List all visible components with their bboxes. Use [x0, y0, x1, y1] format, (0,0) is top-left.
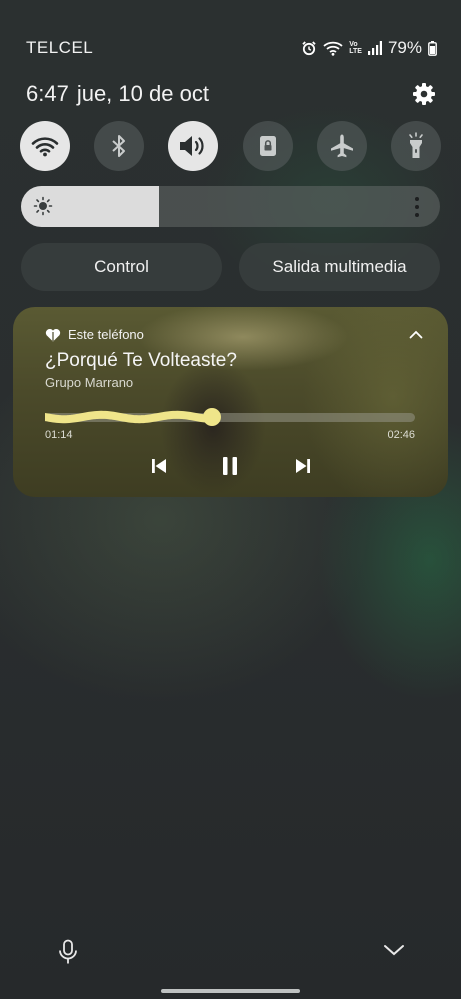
- clock[interactable]: 6:47: [26, 81, 69, 107]
- track-artist: Grupo Marrano: [45, 375, 134, 390]
- home-indicator[interactable]: [161, 989, 300, 993]
- skip-next-icon: [296, 459, 310, 473]
- chevron-down-icon: [384, 945, 404, 956]
- media-source-label: Este teléfono: [68, 327, 144, 342]
- lock-icon: [259, 136, 276, 156]
- expand-button[interactable]: [383, 943, 405, 959]
- next-button[interactable]: [294, 455, 312, 477]
- phone-heart-icon: [45, 328, 61, 341]
- track-title: ¿Porqué Te Volteaste?: [45, 350, 237, 371]
- airplane-icon: [330, 134, 353, 158]
- control-button[interactable]: Control: [21, 243, 222, 291]
- rotation-lock-tile[interactable]: [242, 121, 293, 171]
- brightness-slider[interactable]: [21, 186, 440, 227]
- time-elapsed: 01:14: [45, 429, 73, 441]
- seek-progress: [45, 409, 212, 425]
- header-row: 6:47 jue, 10 de oct: [26, 80, 437, 108]
- voice-input-button[interactable]: [57, 939, 79, 965]
- bluetooth-icon: [112, 135, 126, 157]
- seek-bar[interactable]: [45, 408, 415, 426]
- chevron-up-icon: [409, 330, 423, 338]
- battery-percent: 79%: [387, 38, 422, 57]
- status-bar: TELCEL Vo LTE 79%: [26, 36, 437, 60]
- flashlight-tile[interactable]: [390, 121, 441, 171]
- wifi-icon: [31, 137, 59, 157]
- action-row: Control Salida multimedia: [21, 243, 440, 291]
- speaker-icon: [180, 136, 204, 156]
- skip-previous-icon: [152, 459, 166, 473]
- media-output-button[interactable]: Salida multimedia: [239, 243, 440, 291]
- collapse-button[interactable]: [408, 327, 424, 341]
- bluetooth-tile[interactable]: [94, 121, 145, 171]
- wifi-icon: [323, 40, 343, 56]
- settings-button[interactable]: [411, 81, 437, 107]
- battery-icon: [428, 40, 437, 56]
- status-icons: Vo LTE 79%: [301, 38, 437, 58]
- microphone-icon: [59, 939, 77, 964]
- previous-button[interactable]: [150, 455, 168, 477]
- media-player-card[interactable]: Este teléfono ¿Porqué Te Volteaste? Grup…: [13, 307, 448, 497]
- gear-icon: [413, 83, 435, 105]
- carrier-name: TELCEL: [26, 38, 94, 57]
- playback-controls: [13, 455, 448, 477]
- alarm-icon: [301, 40, 317, 56]
- sun-icon: [33, 196, 53, 216]
- flashlight-icon: [409, 132, 423, 158]
- pause-icon: [223, 457, 237, 475]
- quick-settings: [20, 121, 441, 171]
- airplane-tile[interactable]: [316, 121, 367, 171]
- bottom-bar: [0, 939, 461, 999]
- signal-icon: [367, 41, 382, 55]
- volte-icon: Vo LTE: [349, 41, 362, 55]
- pause-button[interactable]: [220, 455, 240, 477]
- media-source[interactable]: Este teléfono: [45, 327, 144, 342]
- date[interactable]: jue, 10 de oct: [77, 81, 209, 107]
- wifi-tile[interactable]: [20, 121, 70, 171]
- seek-thumb[interactable]: [202, 408, 221, 426]
- time-total: 02:46: [387, 429, 415, 441]
- sound-tile[interactable]: [168, 121, 219, 171]
- brightness-more-icon[interactable]: [408, 196, 426, 218]
